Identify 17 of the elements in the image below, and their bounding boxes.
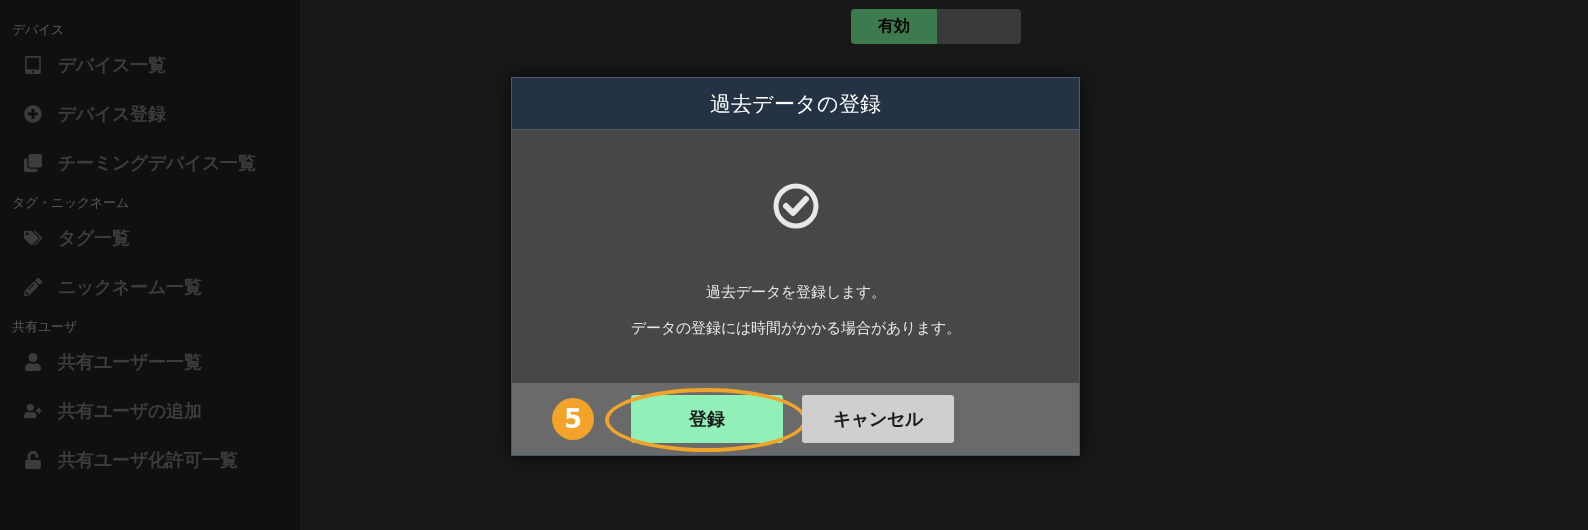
- step-badge: 5: [552, 398, 594, 440]
- clone-icon: [22, 153, 44, 172]
- user-icon: [22, 352, 44, 371]
- user-plus-icon: [22, 401, 44, 420]
- check-circle-icon: [771, 182, 820, 230]
- pencil-icon: [22, 277, 44, 296]
- tablet-icon: [22, 55, 44, 74]
- toggle-on-label[interactable]: 有効: [851, 9, 937, 44]
- toggle-switch[interactable]: 有効: [851, 9, 1021, 44]
- register-button[interactable]: 登録: [631, 395, 783, 443]
- dialog-message: データの登録には時間がかかる場合があります。: [630, 318, 961, 339]
- section-label: デバイス: [12, 22, 65, 38]
- dialog-title: 過去データの登録: [512, 78, 1079, 130]
- cancel-button[interactable]: キャンセル: [802, 395, 954, 443]
- tags-icon: [22, 228, 44, 247]
- dialog-message: 過去データを登録します。: [705, 282, 886, 303]
- unlock-icon: [22, 450, 44, 469]
